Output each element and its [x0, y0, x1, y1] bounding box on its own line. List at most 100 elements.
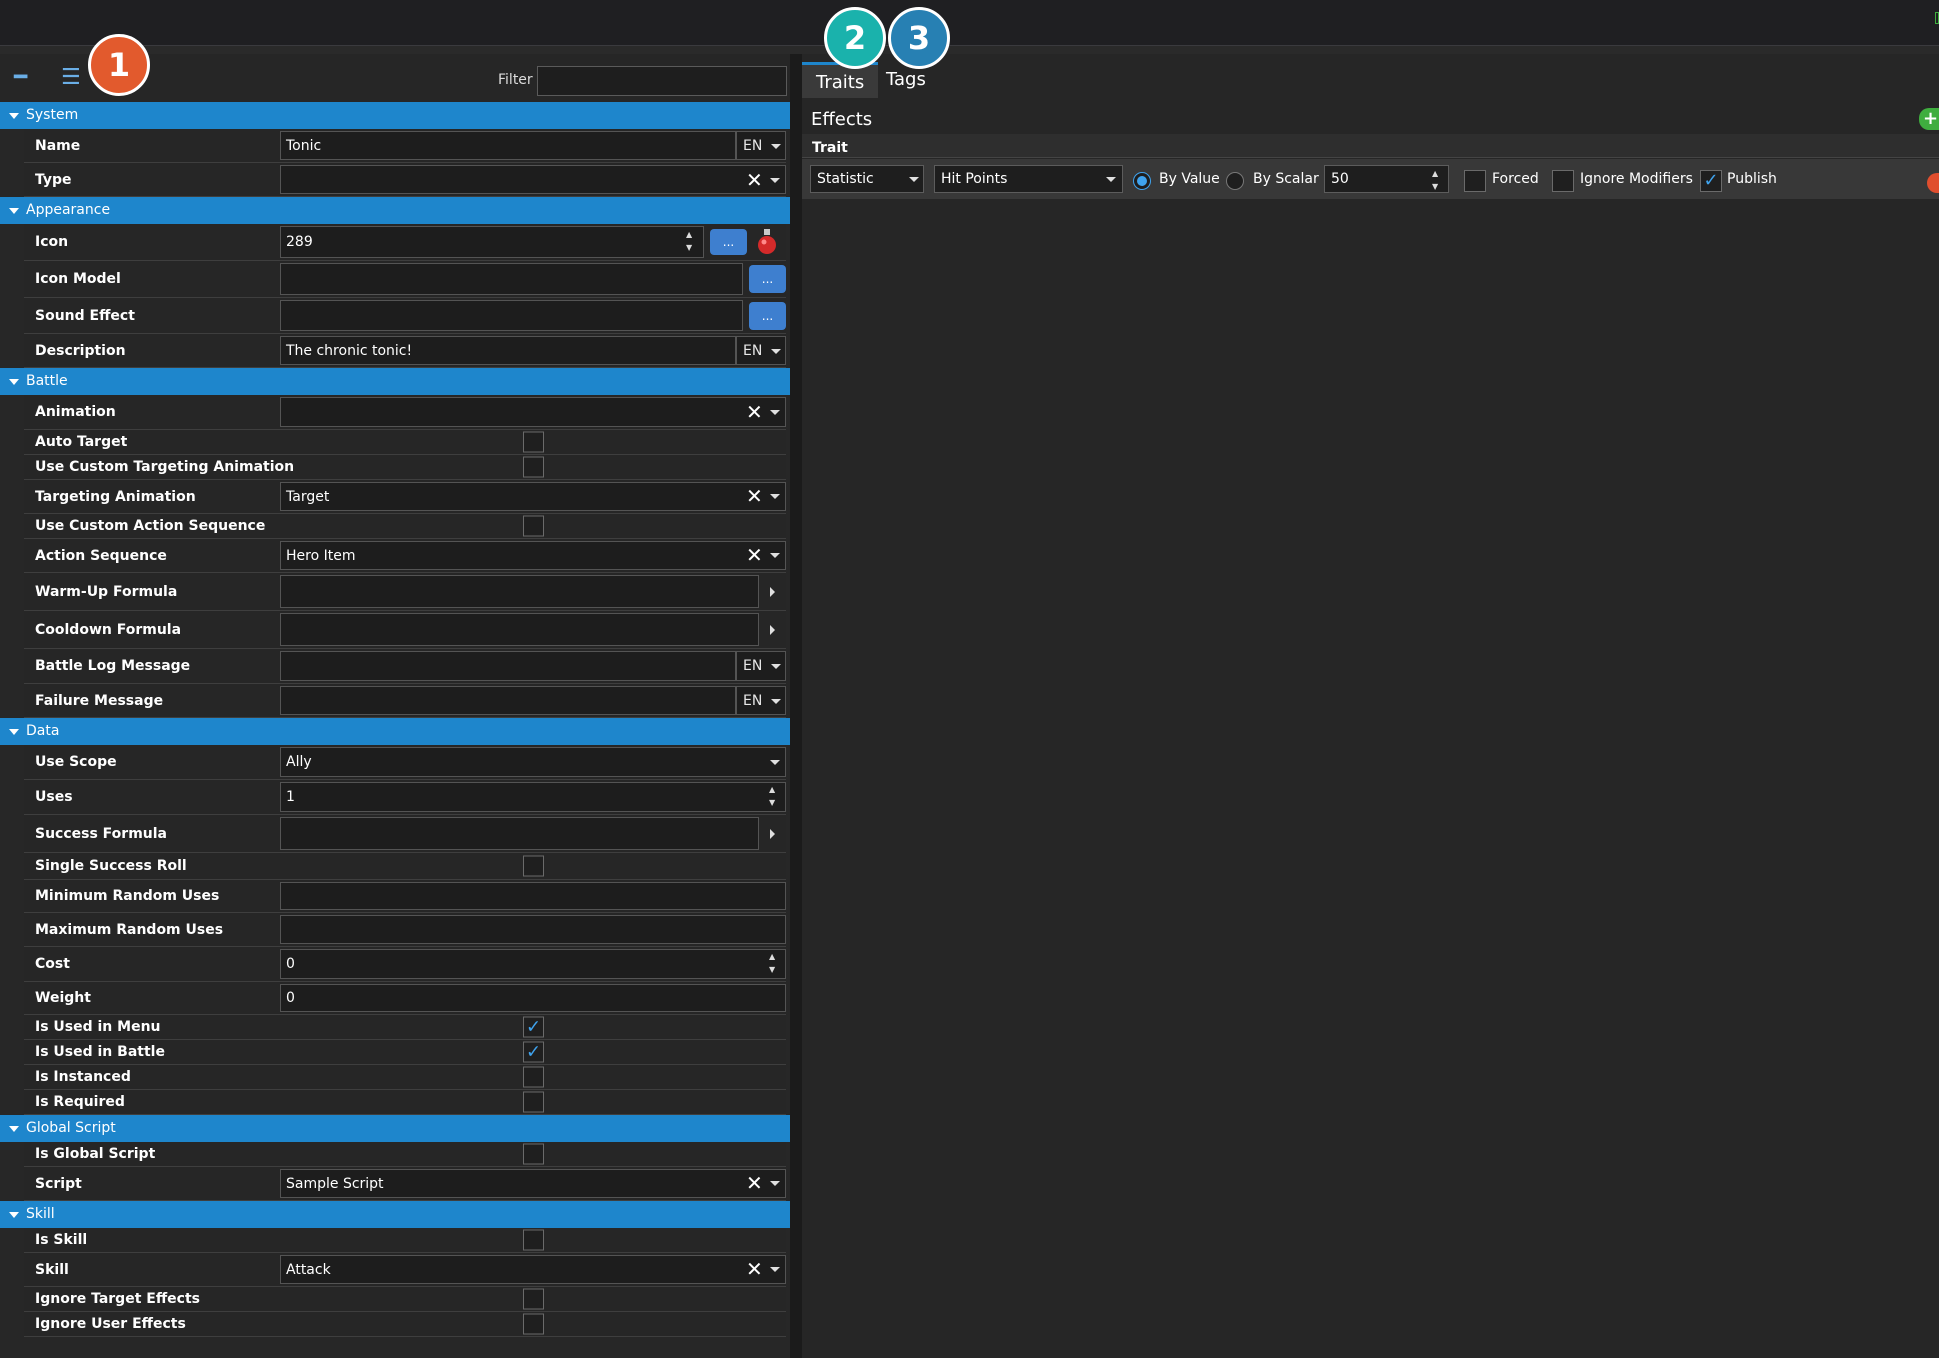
chevron-down-icon[interactable] — [770, 760, 780, 765]
group-header-battle[interactable]: Battle — [0, 368, 790, 395]
auto-target-checkbox[interactable] — [523, 431, 544, 453]
trait-stat-select[interactable]: Hit Points — [934, 165, 1123, 193]
browse-button[interactable]: ... — [749, 302, 786, 330]
properties-panel: ━ ☰ Filter System Name Tonic EN Type ✕ A… — [0, 54, 790, 1358]
browse-button[interactable]: ... — [710, 229, 747, 255]
script-select[interactable]: Sample Script — [280, 1169, 786, 1198]
chevron-down-icon[interactable] — [770, 410, 780, 415]
chevron-down-icon[interactable] — [770, 553, 780, 558]
is-skill-checkbox[interactable] — [523, 1229, 544, 1251]
ignore-target-effects-checkbox[interactable] — [523, 1288, 544, 1310]
add-icon[interactable]: + — [1919, 108, 1939, 130]
potion-icon — [756, 228, 778, 256]
language-select[interactable]: EN — [736, 131, 786, 160]
ignore-modifiers-checkbox[interactable] — [1552, 170, 1574, 192]
chevron-down-icon[interactable] — [770, 1181, 780, 1186]
filter-input[interactable] — [537, 66, 787, 96]
use-scope-select[interactable]: Ally — [280, 747, 786, 777]
clear-icon[interactable]: ✕ — [746, 402, 763, 422]
clear-icon[interactable]: ✕ — [746, 1173, 763, 1193]
spin-up-icon[interactable]: ▲ — [1432, 170, 1438, 178]
field-label: Battle Log Message — [35, 658, 191, 674]
uses-input[interactable]: 1 — [280, 782, 786, 812]
single-success-roll-checkbox[interactable] — [523, 855, 544, 877]
chevron-down-icon[interactable] — [770, 494, 780, 499]
icon-number-input[interactable]: 289 — [280, 226, 704, 258]
use-custom-action-sequence-checkbox[interactable] — [523, 515, 544, 537]
list-view-icon[interactable]: ☰ — [61, 67, 81, 89]
tab-traits[interactable]: Traits — [802, 62, 879, 98]
group-header-system[interactable]: System — [0, 102, 790, 129]
minimum-random-uses-input[interactable] — [280, 882, 786, 910]
trait-row: Statistic Hit Points By Value By Scalar … — [802, 159, 1939, 199]
by-scalar-radio[interactable] — [1226, 172, 1244, 190]
amount-value: 50 — [1331, 171, 1349, 187]
is-used-in-menu-checkbox[interactable]: ✓ — [523, 1016, 544, 1038]
group-header-data[interactable]: Data — [0, 718, 790, 745]
clear-icon[interactable]: ✕ — [746, 170, 763, 190]
action-sequence-select[interactable]: Hero Item — [280, 541, 786, 570]
warm-up-formula-input[interactable] — [280, 575, 759, 608]
row-is-used-in-menu: Is Used in Menu ✓ — [24, 1015, 786, 1040]
description-input[interactable]: The chronic tonic! — [280, 336, 736, 365]
expand-arrow-icon[interactable] — [770, 829, 775, 839]
by-value-radio[interactable] — [1133, 172, 1151, 190]
language-select[interactable]: EN — [736, 336, 786, 365]
group-header-skill[interactable]: Skill — [0, 1201, 790, 1228]
targeting-animation-select[interactable]: Target — [280, 482, 786, 511]
chevron-down-icon[interactable] — [770, 178, 780, 183]
name-input[interactable]: Tonic — [280, 131, 736, 160]
spin-up-icon[interactable]: ▲ — [769, 953, 775, 961]
collapse-all-icon[interactable]: ━ — [14, 67, 27, 89]
type-select[interactable] — [280, 165, 786, 194]
chevron-down-icon[interactable] — [770, 1267, 780, 1272]
is-instanced-checkbox[interactable] — [523, 1066, 544, 1088]
use-custom-targeting-animation-checkbox[interactable] — [523, 456, 544, 478]
clear-icon[interactable]: ✕ — [746, 545, 763, 565]
remove-trait-icon[interactable] — [1927, 173, 1939, 193]
spin-down-icon[interactable]: ▼ — [686, 244, 692, 252]
cooldown-formula-input[interactable] — [280, 613, 759, 646]
cost-input[interactable]: 0 — [280, 949, 786, 979]
window-control-icon[interactable] — [1935, 12, 1939, 24]
is-global-script-checkbox[interactable] — [523, 1143, 544, 1165]
maximum-random-uses-input[interactable] — [280, 915, 786, 944]
field-label: Weight — [35, 990, 91, 1006]
tab-tags[interactable]: Tags — [872, 62, 940, 98]
spin-up-icon[interactable]: ▲ — [769, 786, 775, 794]
battle-log-message-input[interactable] — [280, 651, 736, 681]
amount-input[interactable]: 50 — [1324, 165, 1449, 193]
by-scalar-label: By Scalar — [1253, 171, 1319, 187]
spin-up-icon[interactable]: ▲ — [686, 231, 692, 239]
field-label: Sound Effect — [35, 307, 135, 324]
browse-button[interactable]: ... — [749, 265, 786, 293]
ignore-user-effects-checkbox[interactable] — [523, 1313, 544, 1335]
trait-kind-select[interactable]: Statistic — [810, 165, 924, 193]
spin-down-icon[interactable]: ▼ — [1432, 183, 1438, 191]
failure-message-input[interactable] — [280, 686, 736, 715]
language-select[interactable]: EN — [736, 651, 786, 681]
spin-down-icon[interactable]: ▼ — [769, 799, 775, 807]
group-header-global-script[interactable]: Global Script — [0, 1115, 790, 1142]
spin-down-icon[interactable]: ▼ — [769, 966, 775, 974]
skill-select[interactable]: Attack — [280, 1255, 786, 1284]
field-label: Is Skill — [35, 1232, 88, 1248]
language-select[interactable]: EN — [736, 686, 786, 715]
group-header-appearance[interactable]: Appearance — [0, 197, 790, 224]
weight-input[interactable]: 0 — [280, 984, 786, 1012]
expand-arrow-icon[interactable] — [770, 587, 775, 597]
is-required-checkbox[interactable] — [523, 1091, 544, 1113]
clear-icon[interactable]: ✕ — [746, 486, 763, 506]
success-formula-input[interactable] — [280, 817, 759, 850]
publish-checkbox[interactable]: ✓ — [1700, 170, 1722, 192]
chevron-down-icon — [771, 144, 781, 149]
animation-select[interactable] — [280, 397, 786, 427]
is-used-in-battle-checkbox[interactable]: ✓ — [523, 1041, 544, 1063]
icon-model-input[interactable] — [280, 263, 743, 295]
expand-arrow-icon[interactable] — [770, 625, 775, 635]
field-label: Targeting Animation — [35, 488, 196, 505]
panel-splitter[interactable] — [790, 54, 802, 1358]
forced-checkbox[interactable] — [1464, 170, 1486, 192]
sound-effect-input[interactable] — [280, 300, 743, 331]
clear-icon[interactable]: ✕ — [746, 1259, 763, 1279]
